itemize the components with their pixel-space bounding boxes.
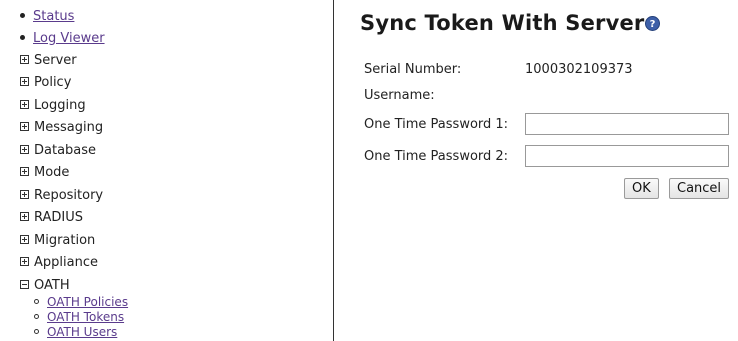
expand-plus-icon[interactable] bbox=[20, 234, 29, 244]
username-label: Username: bbox=[364, 88, 435, 103]
tree-item-database[interactable]: Database bbox=[20, 142, 96, 160]
expand-plus-icon[interactable] bbox=[20, 99, 29, 109]
otp1-input[interactable] bbox=[525, 113, 729, 135]
tree-item-repository[interactable]: Repository bbox=[20, 187, 103, 205]
bullet-icon bbox=[20, 35, 25, 40]
main-content: Sync Token With Server ? Serial Number: … bbox=[335, 0, 738, 341]
expand-plus-icon[interactable] bbox=[20, 211, 29, 221]
tree-item-label: Server bbox=[34, 53, 77, 68]
help-icon[interactable]: ? bbox=[645, 16, 660, 31]
expand-plus-icon[interactable] bbox=[20, 189, 29, 199]
tree-item-label: Mode bbox=[34, 165, 70, 180]
circle-bullet-icon bbox=[34, 314, 39, 319]
tree-item-label: Policy bbox=[34, 75, 72, 90]
tree-item-policy[interactable]: Policy bbox=[20, 74, 71, 92]
tree-item-logging[interactable]: Logging bbox=[20, 97, 86, 115]
tree-item-radius[interactable]: RADIUS bbox=[20, 209, 83, 227]
otp2-label: One Time Password 2: bbox=[364, 149, 509, 164]
sidebar-nav: Status Log Viewer Server Policy Logging … bbox=[0, 0, 334, 341]
nav-link-log-viewer: Log Viewer bbox=[20, 31, 105, 49]
tree-item-label: Database bbox=[34, 143, 97, 158]
expand-plus-icon[interactable] bbox=[20, 76, 29, 86]
otp1-label: One Time Password 1: bbox=[364, 117, 509, 132]
serial-number-label: Serial Number: bbox=[364, 62, 462, 77]
tree-item-label: Migration bbox=[34, 233, 96, 248]
expand-plus-icon[interactable] bbox=[20, 144, 29, 154]
otp2-input[interactable] bbox=[525, 145, 729, 167]
bullet-icon bbox=[20, 13, 25, 18]
expand-plus-icon[interactable] bbox=[20, 166, 29, 176]
tree-item-label: Logging bbox=[34, 98, 86, 113]
expand-plus-icon[interactable] bbox=[20, 121, 29, 131]
nav-link-status: Status bbox=[20, 9, 74, 27]
cancel-button[interactable]: Cancel bbox=[669, 178, 730, 199]
tree-item-appliance[interactable]: Appliance bbox=[20, 254, 98, 272]
sub-item-oath-tokens: OATH Tokens bbox=[34, 310, 124, 325]
tree-item-server[interactable]: Server bbox=[20, 52, 77, 70]
circle-bullet-icon bbox=[34, 329, 39, 334]
circle-bullet-icon bbox=[34, 299, 39, 304]
expand-plus-icon[interactable] bbox=[20, 256, 29, 266]
collapse-minus-icon[interactable] bbox=[20, 279, 29, 289]
tree-item-mode[interactable]: Mode bbox=[20, 164, 69, 182]
tree-item-label: OATH bbox=[34, 278, 70, 293]
oath-tokens-link[interactable]: OATH Tokens bbox=[47, 310, 124, 324]
page-title: Sync Token With Server bbox=[360, 11, 645, 35]
log-viewer-link[interactable]: Log Viewer bbox=[33, 31, 105, 46]
oath-users-link[interactable]: OATH Users bbox=[47, 325, 117, 339]
expand-plus-icon[interactable] bbox=[20, 54, 29, 64]
tree-item-label: RADIUS bbox=[34, 210, 84, 225]
sub-item-oath-users: OATH Users bbox=[34, 325, 117, 340]
tree-item-messaging[interactable]: Messaging bbox=[20, 119, 103, 137]
tree-item-label: Appliance bbox=[34, 255, 98, 270]
tree-item-oath[interactable]: OATH bbox=[20, 277, 70, 295]
status-link[interactable]: Status bbox=[33, 9, 74, 24]
tree-item-migration[interactable]: Migration bbox=[20, 232, 95, 250]
serial-number-value: 1000302109373 bbox=[525, 62, 633, 77]
tree-item-label: Repository bbox=[34, 188, 104, 203]
sub-item-oath-policies: OATH Policies bbox=[34, 295, 128, 310]
tree-item-label: Messaging bbox=[34, 120, 104, 135]
oath-policies-link[interactable]: OATH Policies bbox=[47, 295, 128, 309]
ok-button[interactable]: OK bbox=[624, 178, 659, 199]
